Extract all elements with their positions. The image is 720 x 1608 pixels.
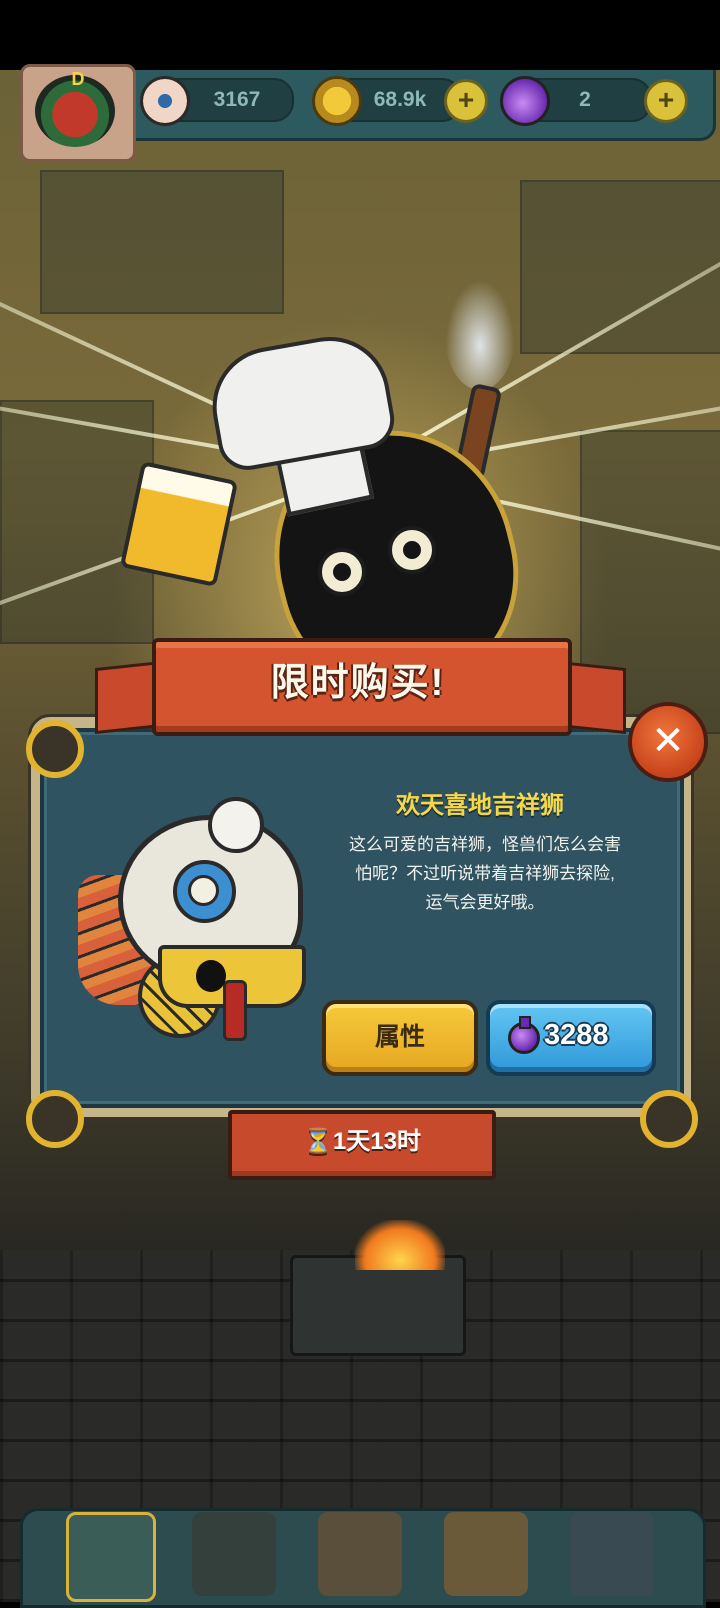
nav-item-bag[interactable] [444,1512,528,1596]
buy-button[interactable]: 3288 [486,1000,656,1076]
item-description-line: 怕呢？不过听说带着吉祥狮去探险, [355,864,615,883]
coin-icon [312,76,362,126]
character-eye-left [318,548,366,596]
lion-dance-item-image [78,797,306,1045]
price-value: 3288 [544,1019,609,1051]
nav-item-more[interactable] [570,1512,654,1596]
offer-title: 限时购买! [270,662,446,704]
frame-corner-ornament [26,720,84,778]
offer-timer-banner: ⏳1天13时 [228,1110,496,1180]
frame-corner-ornament [26,1090,84,1148]
item-description: 这么可爱的吉祥狮，怪兽们怎么会害 怕呢？不过听说带着吉祥狮去探险, 运气会更好哦… [330,830,640,917]
close-icon: ✕ [651,719,685,763]
player-avatar-button[interactable]: D [20,64,136,162]
item-description-line: 运气会更好哦。 [425,893,545,912]
potion-icon [500,76,550,126]
offer-timer: ⏳1天13时 [303,1128,421,1155]
potion-icon [508,1016,540,1054]
frame-corner-ornament [640,1090,698,1148]
character-eye-right [388,526,436,574]
cigar-smoke [445,280,515,390]
coin-count: 68.9k [373,88,427,111]
avatar-rank-letter: D [71,69,85,89]
item-description-line: 这么可爱的吉祥狮，怪兽们怎么会害 [349,835,621,854]
eye-count: 3167 [213,88,261,111]
add-coins-button[interactable]: + [444,79,488,123]
add-potions-button[interactable]: + [644,79,688,123]
kitchen-stove [290,1255,466,1356]
close-button[interactable]: ✕ [628,702,708,782]
nav-item-monsters[interactable] [192,1512,276,1596]
nav-item-book[interactable] [318,1512,402,1596]
eyeball-icon [140,76,190,126]
potion-count: 2 [579,88,591,111]
stove-fire [355,1220,445,1270]
item-name: 欢天喜地吉祥狮 [396,792,564,819]
background-building [40,170,284,314]
background-building [520,180,720,354]
attributes-button[interactable]: 属性 [322,1000,478,1076]
nav-item-building[interactable] [66,1512,156,1602]
status-bar [0,0,720,70]
